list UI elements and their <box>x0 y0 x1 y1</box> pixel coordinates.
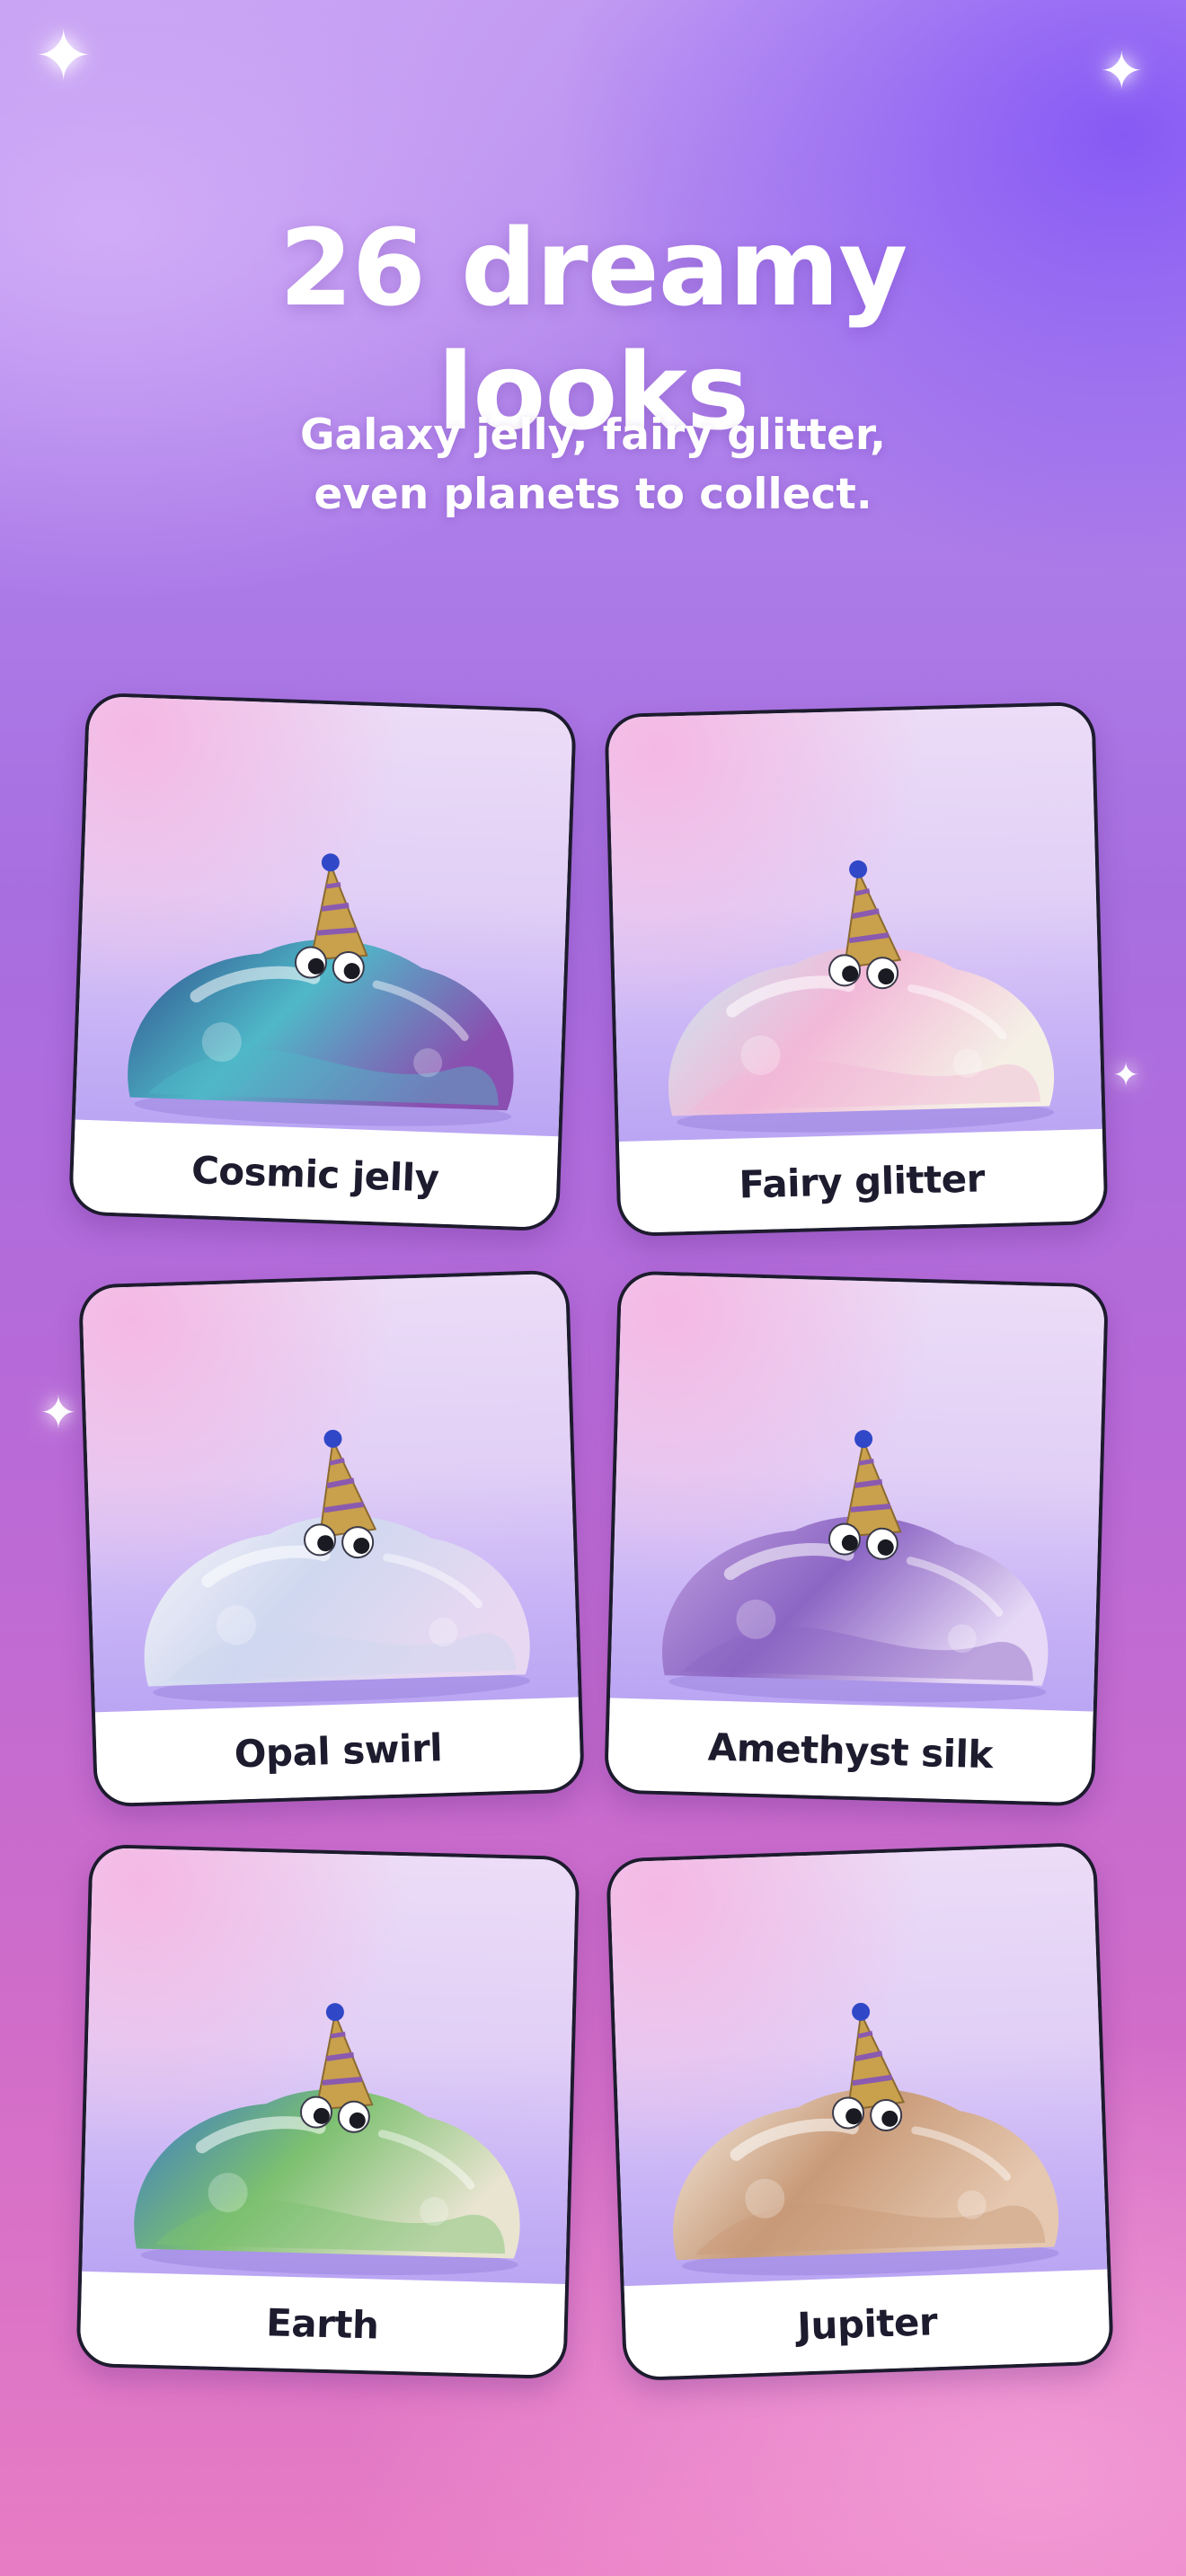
subtitle-line-1: Galaxy jelly, fairy glitter, <box>299 410 887 460</box>
look-card-opal-swirl[interactable]: Opal swirl <box>77 1269 586 1808</box>
look-card-earth[interactable]: Earth <box>75 1843 580 2380</box>
look-card-amethyst-silk[interactable]: Amethyst silk <box>603 1270 1110 1807</box>
party-hat-icon <box>846 2002 906 2112</box>
look-preview <box>607 705 1102 1145</box>
look-label: Fairy glitter <box>738 1155 986 1206</box>
sparkle-icon: ✦ <box>34 16 93 97</box>
slime-character-illustration <box>662 1430 1049 1703</box>
slime-character-illustration <box>668 860 1055 1133</box>
party-hat-icon <box>843 1430 902 1538</box>
look-label: Cosmic jelly <box>190 1147 440 1201</box>
look-label: Opal swirl <box>233 1725 443 1777</box>
look-label: Jupiter <box>796 2298 938 2349</box>
slime-character-illustration <box>134 2003 520 2276</box>
party-hat-icon <box>318 1429 377 1539</box>
look-card-cosmic-jelly[interactable]: Cosmic jelly <box>68 692 577 1232</box>
party-hat-icon <box>314 2003 374 2111</box>
look-label: Amethyst silk <box>707 1724 994 1777</box>
look-preview <box>609 1845 1108 2290</box>
slime-character-illustration <box>128 853 514 1126</box>
page-subtitle: Galaxy jelly, fairy glitter, even planet… <box>0 406 1186 525</box>
look-preview <box>609 1274 1105 1716</box>
look-preview <box>82 1273 579 1716</box>
look-card-fairy-glitter[interactable]: Fairy glitter <box>604 701 1109 1238</box>
party-hat-icon <box>843 860 902 969</box>
sparkle-icon: ✦ <box>1112 1057 1140 1094</box>
sparkle-icon: ✦ <box>40 1387 77 1439</box>
look-card-jupiter[interactable]: Jupiter <box>606 1841 1114 2382</box>
look-label: Earth <box>265 2299 380 2348</box>
slime-character-illustration <box>673 2002 1059 2276</box>
look-preview <box>82 1848 577 2288</box>
title-line-1: 26 dreamy <box>279 206 907 331</box>
subtitle-line-2: even planets to collect. <box>314 470 872 519</box>
party-hat-icon <box>309 853 368 961</box>
look-preview <box>75 695 573 1141</box>
slime-character-illustration <box>144 1429 531 1703</box>
sparkle-icon: ✦ <box>1100 40 1144 101</box>
